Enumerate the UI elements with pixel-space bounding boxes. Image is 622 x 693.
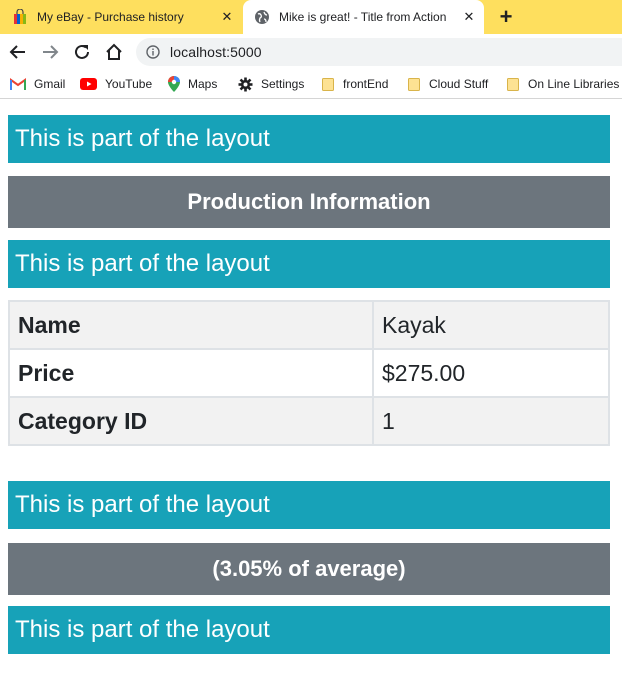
- layout-banner: This is part of the layout: [8, 481, 610, 529]
- bookmark-label: On Line Libraries: [528, 77, 620, 91]
- reload-button[interactable]: [69, 39, 95, 65]
- layout-banner: This is part of the layout: [8, 240, 610, 288]
- bookmark-label: Maps: [188, 77, 218, 91]
- row-value: $275.00: [372, 348, 610, 398]
- tab-title: Mike is great! - Title from Action: [279, 10, 447, 24]
- info-icon[interactable]: [146, 45, 160, 59]
- home-icon: [106, 43, 122, 60]
- bookmark-gmail[interactable]: Gmail: [10, 70, 65, 98]
- row-label: Category ID: [8, 396, 374, 446]
- row-label: Price: [8, 348, 374, 398]
- gmail-icon: [10, 78, 26, 90]
- folder-icon: [507, 78, 519, 91]
- back-button[interactable]: [5, 39, 31, 65]
- url-text: localhost:5000: [170, 44, 262, 60]
- bookmark-folder-on-line-libraries[interactable]: On Line Libraries: [506, 70, 619, 98]
- layout-banner: This is part of the layout: [8, 606, 610, 654]
- row-label: Name: [8, 300, 374, 350]
- home-button[interactable]: [101, 39, 127, 65]
- bookmark-settings[interactable]: Settings: [238, 70, 304, 98]
- shopping-bag-icon: [14, 9, 26, 24]
- folder-icon: [408, 78, 420, 91]
- close-tab-icon[interactable]: ✕: [457, 5, 481, 29]
- layout-banner: This is part of the layout: [8, 115, 610, 163]
- bookmark-label: Cloud Stuff: [429, 77, 489, 91]
- tab-title: My eBay - Purchase history: [37, 10, 184, 24]
- bookmark-maps[interactable]: Maps: [168, 70, 217, 98]
- forward-button[interactable]: [37, 39, 63, 65]
- maps-icon: [168, 76, 180, 92]
- product-table: Name Kayak Price $275.00 Category ID 1: [8, 300, 610, 446]
- close-tab-icon[interactable]: ✕: [215, 5, 239, 29]
- section-heading: Production Information: [8, 176, 610, 228]
- browser-toolbar: localhost:5000: [0, 34, 622, 70]
- bookmark-label: frontEnd: [343, 77, 389, 91]
- plus-icon[interactable]: +: [494, 4, 518, 29]
- bookmark-label: Gmail: [34, 77, 66, 91]
- youtube-icon: [80, 78, 97, 90]
- arrow-right-icon: [43, 45, 59, 59]
- arrow-left-icon: [9, 45, 25, 59]
- globe-icon: [255, 10, 269, 24]
- table-row: Category ID 1: [8, 396, 610, 446]
- address-bar[interactable]: localhost:5000: [136, 38, 622, 66]
- tab-mike-is-great[interactable]: Mike is great! - Title from Action ✕: [243, 0, 484, 34]
- average-note: (3.05% of average): [8, 543, 610, 595]
- bookmark-label: Settings: [261, 77, 305, 91]
- reload-icon: [75, 44, 89, 59]
- table-row: Name Kayak: [8, 300, 610, 350]
- gear-icon: [238, 77, 253, 91]
- tab-strip: My eBay - Purchase history ✕ Mike is gre…: [0, 0, 622, 34]
- bookmark-folder-frontend[interactable]: frontEnd: [321, 70, 388, 98]
- bookmark-folder-cloud-stuff[interactable]: Cloud Stuff: [407, 70, 488, 98]
- bookmarks-bar: Gmail YouTube Maps Settings frontEnd Clo…: [0, 70, 622, 99]
- row-value: Kayak: [372, 300, 610, 350]
- bookmark-label: YouTube: [105, 77, 153, 91]
- tab-ebay-purchase-history[interactable]: My eBay - Purchase history ✕: [0, 0, 242, 34]
- folder-icon: [322, 78, 334, 91]
- row-value: 1: [372, 396, 610, 446]
- table-row: Price $275.00: [8, 348, 610, 398]
- bookmark-youtube[interactable]: YouTube: [80, 70, 152, 98]
